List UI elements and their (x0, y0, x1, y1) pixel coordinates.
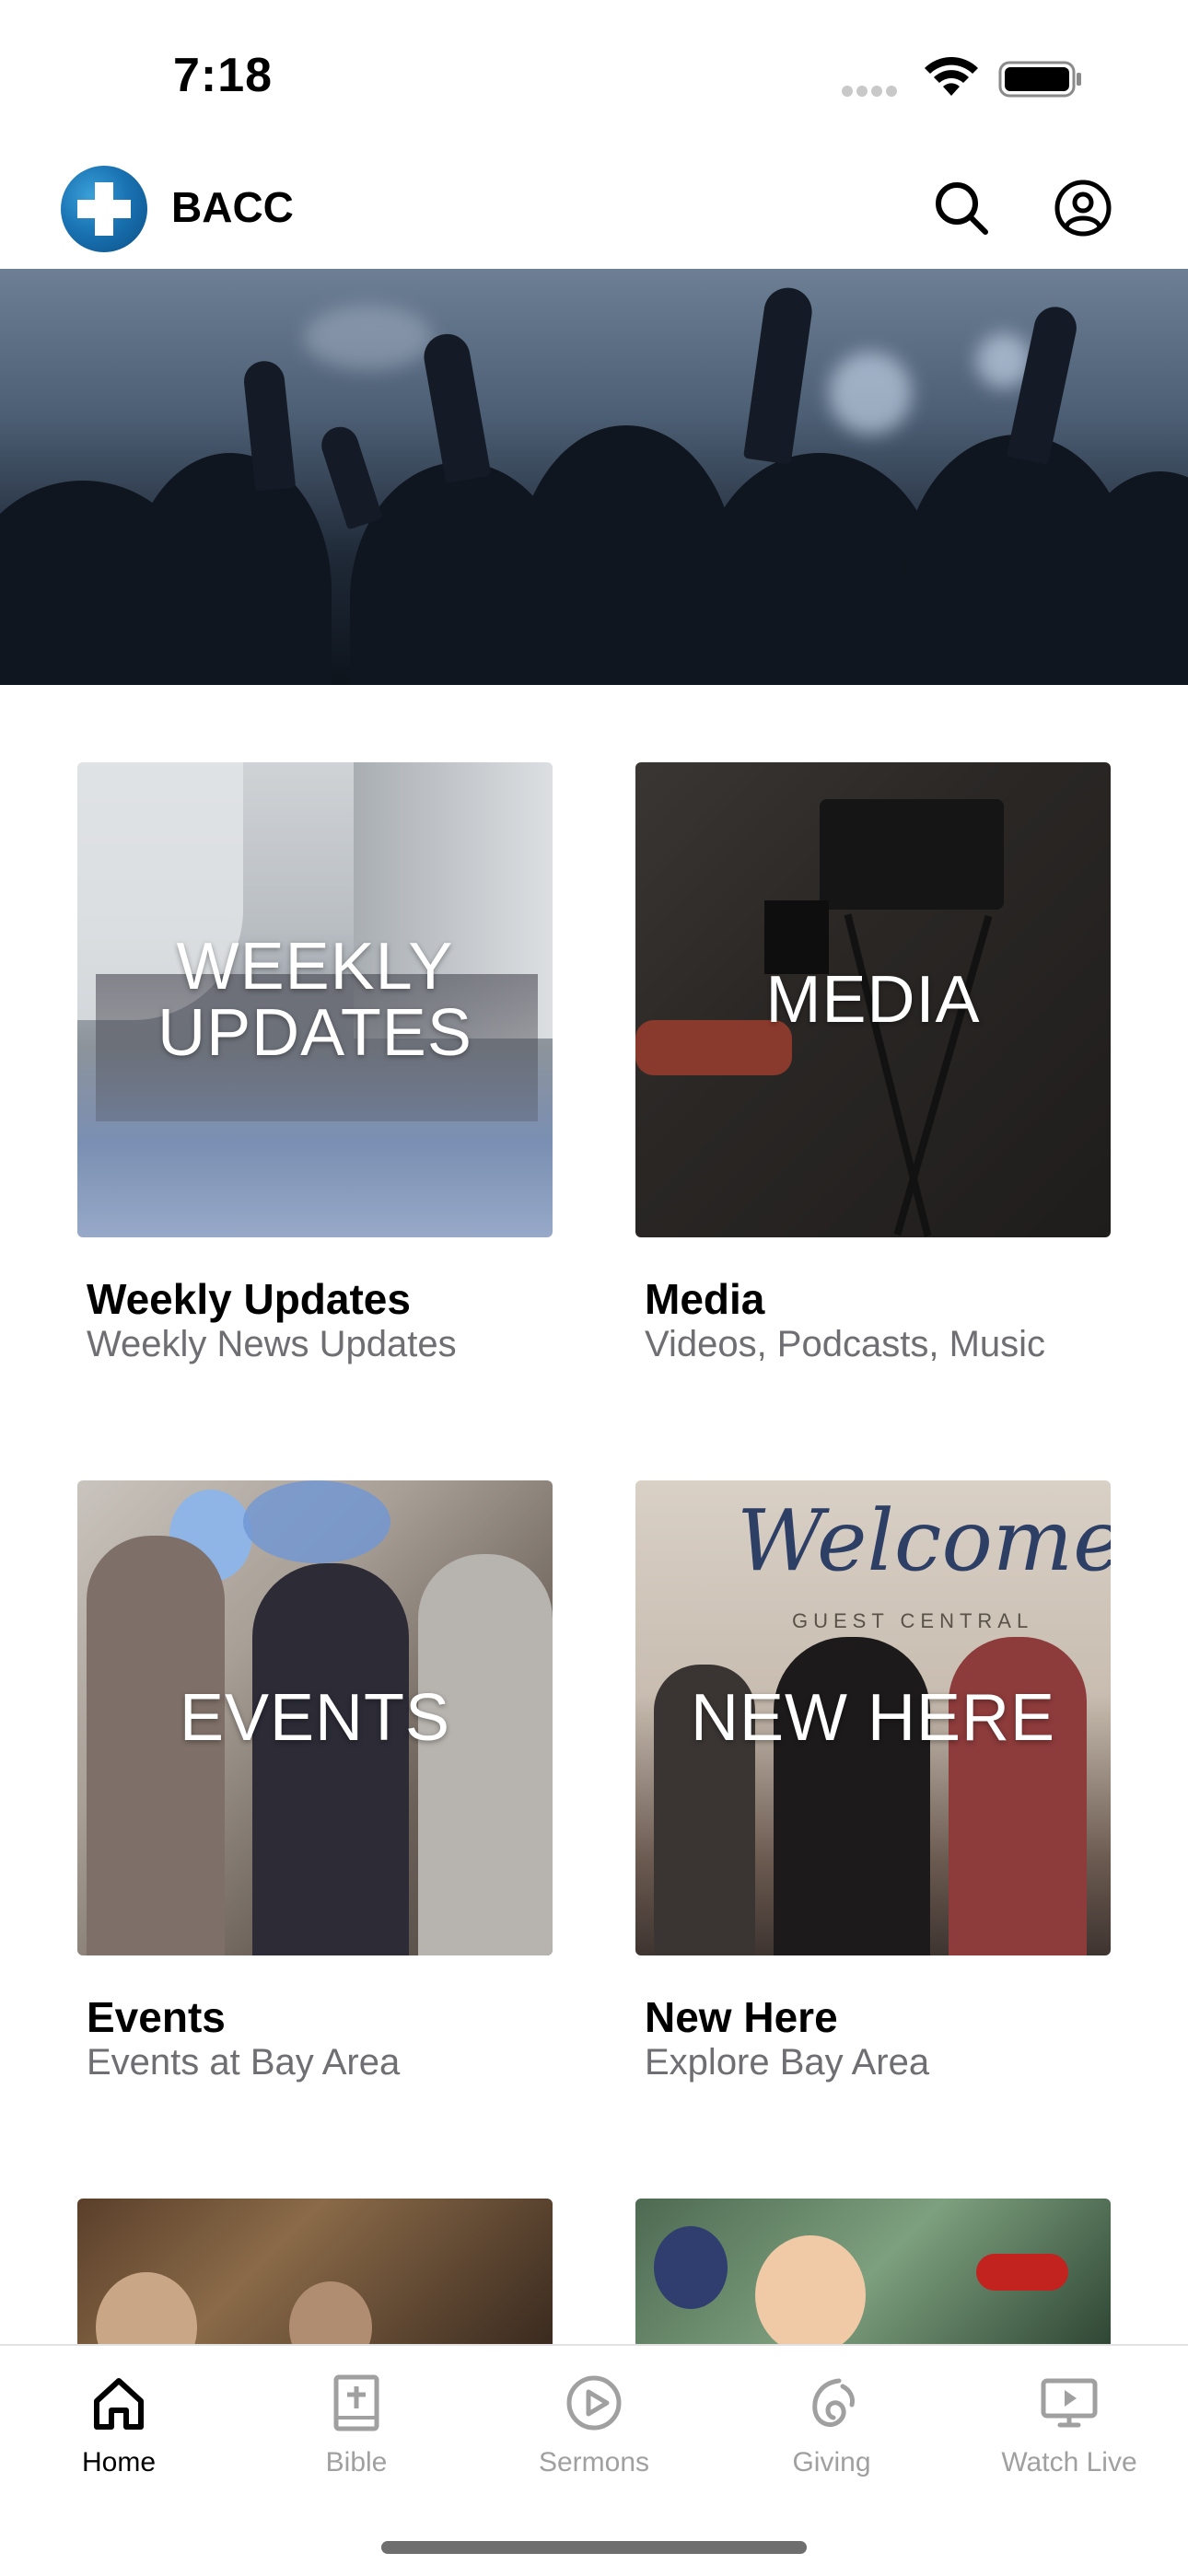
new-here-subtitle: Explore Bay Area (645, 2042, 930, 2083)
tab-label: Sermons (538, 2447, 650, 2477)
tab-giving[interactable]: Giving (713, 2373, 950, 2502)
row3-right-card[interactable] (635, 2199, 1111, 2344)
battery-icon (998, 61, 1081, 98)
media-card[interactable]: MEDIA Media Videos, Podcasts, Music (635, 762, 1111, 1364)
row3-right-image (635, 2199, 1111, 2344)
wifi-icon (925, 57, 978, 96)
home-icon (94, 2378, 144, 2430)
media-overlay-text: MEDIA (765, 963, 981, 1037)
cellular-signal-icon (842, 85, 901, 101)
tv-play-icon (1041, 2378, 1098, 2428)
events-subtitle: Events at Bay Area (87, 2042, 401, 2083)
row3-left-card[interactable] (77, 2199, 553, 2344)
play-circle-icon (566, 2375, 622, 2431)
profile-button[interactable] (1046, 171, 1120, 245)
media-title: Media (645, 1275, 765, 1323)
new-here-image: Welcome GUEST CENTRAL NEW HERE (635, 1480, 1111, 1955)
events-title: Events (87, 1993, 226, 2041)
tab-label: Bible (325, 2447, 388, 2477)
app-title: BACC (171, 183, 294, 231)
user-circle-icon (1054, 180, 1112, 237)
events-overlay-text: EVENTS (179, 1681, 451, 1755)
weekly-updates-card[interactable]: WEEKLY UPDATES Weekly Updates Weekly New… (77, 762, 553, 1364)
weekly-updates-image: WEEKLY UPDATES (77, 762, 553, 1237)
search-icon (936, 182, 988, 235)
tab-sermons[interactable]: Sermons (475, 2373, 713, 2502)
new-here-title: New Here (645, 1993, 838, 2041)
app-header: BACC (0, 147, 1188, 269)
events-card[interactable]: EVENTS Events Events at Bay Area (77, 1480, 553, 2083)
hero-banner-image (0, 269, 1188, 685)
weekly-updates-subtitle: Weekly News Updates (87, 1324, 457, 1364)
new-here-overlay-text: NEW HERE (690, 1681, 1056, 1755)
media-subtitle: Videos, Podcasts, Music (645, 1324, 1046, 1364)
media-image: MEDIA (635, 762, 1111, 1237)
search-button[interactable] (925, 171, 998, 245)
bible-icon (333, 2374, 379, 2431)
new-here-card[interactable]: Welcome GUEST CENTRAL NEW HERE New Here … (635, 1480, 1111, 2083)
events-image: EVENTS (77, 1480, 553, 1955)
status-bar: 7:18 (0, 0, 1188, 147)
tab-watch-live[interactable]: Watch Live (950, 2373, 1188, 2502)
status-time: 7:18 (173, 49, 274, 102)
tab-label: Watch Live (1001, 2447, 1137, 2477)
church-logo (61, 166, 147, 252)
weekly-updates-title: Weekly Updates (87, 1275, 411, 1323)
tab-bible[interactable]: Bible (238, 2373, 475, 2502)
row3-left-image (77, 2199, 553, 2344)
giving-icon (812, 2378, 855, 2427)
weekly-updates-overlay-text: WEEKLY UPDATES (157, 930, 472, 1070)
tab-label: Giving (792, 2447, 871, 2477)
home-indicator (381, 2541, 807, 2554)
tab-home[interactable]: Home (0, 2373, 238, 2502)
tab-label: Home (81, 2447, 157, 2477)
